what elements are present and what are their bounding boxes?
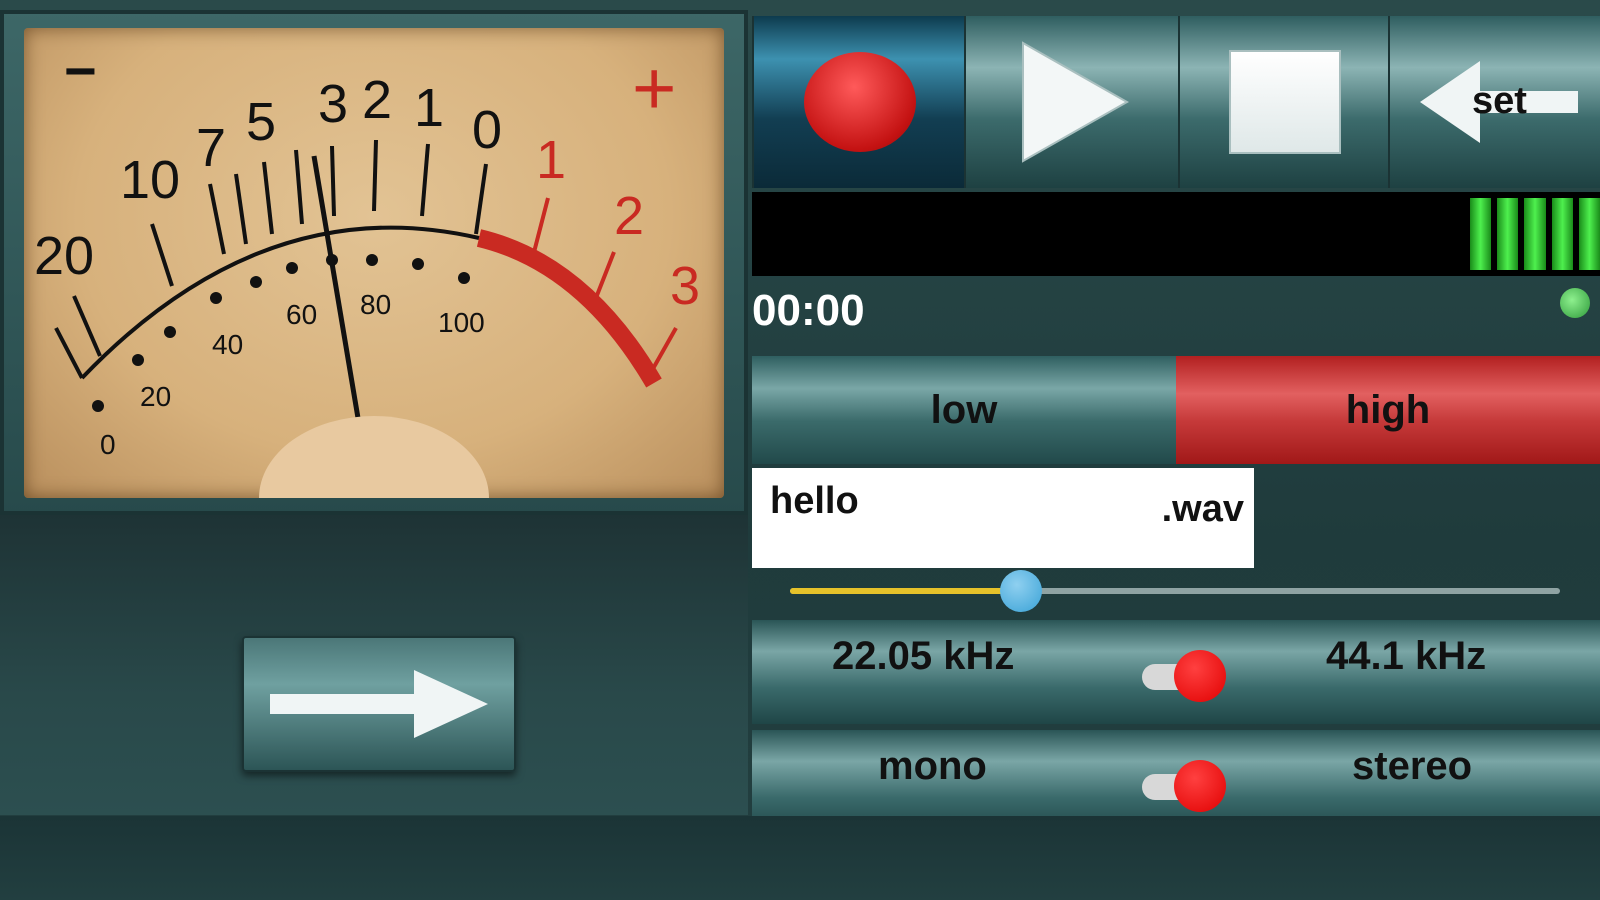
level-bar xyxy=(1470,198,1492,270)
quality-high-button[interactable]: high xyxy=(1176,356,1600,464)
percent-label: 100 xyxy=(438,307,485,338)
db-labels-red: 1 2 3 xyxy=(536,130,700,316)
sample-rate-row: 22.05 kHz 44.1 kHz xyxy=(752,620,1600,724)
minus-sign: − xyxy=(64,39,97,102)
level-bar xyxy=(1497,198,1519,270)
stop-icon xyxy=(1229,50,1341,154)
overload-arc xyxy=(476,229,662,388)
vu-meter: − + 20 10 7 5 3 2 1 0 1 2 3 0 20 40 60 8… xyxy=(24,28,724,498)
sample-rate-toggle[interactable] xyxy=(1142,650,1226,702)
toggle-knob xyxy=(1174,650,1226,702)
plus-sign: + xyxy=(632,46,676,131)
gain-slider-thumb[interactable] xyxy=(1000,570,1042,612)
record-icon xyxy=(804,52,916,152)
channels-toggle[interactable] xyxy=(1142,760,1226,812)
gain-slider-fill xyxy=(790,588,1021,594)
meter-needle xyxy=(311,155,361,419)
set-label: set xyxy=(1472,80,1527,122)
record-button[interactable] xyxy=(752,16,966,188)
play-button[interactable] xyxy=(964,16,1180,188)
overload-ticks xyxy=(530,197,678,375)
db-labels: 20 10 7 5 3 2 1 0 xyxy=(34,70,502,286)
sample-rate-right-label: 44.1 kHz xyxy=(1326,634,1487,678)
elapsed-time: 00:00 xyxy=(752,286,865,335)
sample-rate-left-label: 22.05 kHz xyxy=(832,634,1015,678)
percent-label: 0 xyxy=(100,429,116,460)
file-extension: .wav xyxy=(1161,488,1244,530)
gain-slider-track[interactable] xyxy=(790,588,1560,594)
db-label-red: 2 xyxy=(614,186,644,246)
channels-right-label: stereo xyxy=(1352,744,1473,788)
right-arrow-icon xyxy=(270,670,488,738)
vu-meter-dial: − + 20 10 7 5 3 2 1 0 1 2 3 0 20 40 60 8… xyxy=(34,39,700,498)
db-label-red: 3 xyxy=(670,256,700,316)
play-icon xyxy=(1022,41,1130,163)
quality-low-button[interactable]: low xyxy=(752,356,1176,464)
db-label: 5 xyxy=(246,92,276,152)
percent-label: 60 xyxy=(286,299,317,330)
status-indicator xyxy=(1560,288,1590,318)
db-label: 20 xyxy=(34,226,94,286)
open-files-button[interactable] xyxy=(242,636,516,772)
db-label: 3 xyxy=(318,74,348,134)
channels-left-label: mono xyxy=(878,744,987,788)
level-bar xyxy=(1524,198,1546,270)
db-label: 7 xyxy=(196,118,226,178)
bottom-background xyxy=(0,816,1600,900)
db-label: 0 xyxy=(472,100,502,160)
percent-label: 80 xyxy=(360,289,391,320)
level-bars xyxy=(1470,198,1600,270)
level-bar xyxy=(1578,198,1600,270)
level-meter-strip xyxy=(752,192,1600,276)
toggle-knob xyxy=(1174,760,1226,812)
percent-label: 40 xyxy=(212,329,243,360)
needle-pivot-cover xyxy=(259,416,489,498)
set-button[interactable]: set xyxy=(1388,16,1600,188)
db-label: 2 xyxy=(362,70,392,130)
stop-button[interactable] xyxy=(1178,16,1390,188)
db-label: 10 xyxy=(120,150,180,210)
filename-input[interactable] xyxy=(768,476,1132,526)
level-bar xyxy=(1551,198,1573,270)
filename-box: .wav xyxy=(752,468,1254,568)
percent-label: 20 xyxy=(140,381,171,412)
db-label-red: 1 xyxy=(536,130,566,190)
db-label: 1 xyxy=(414,78,444,138)
